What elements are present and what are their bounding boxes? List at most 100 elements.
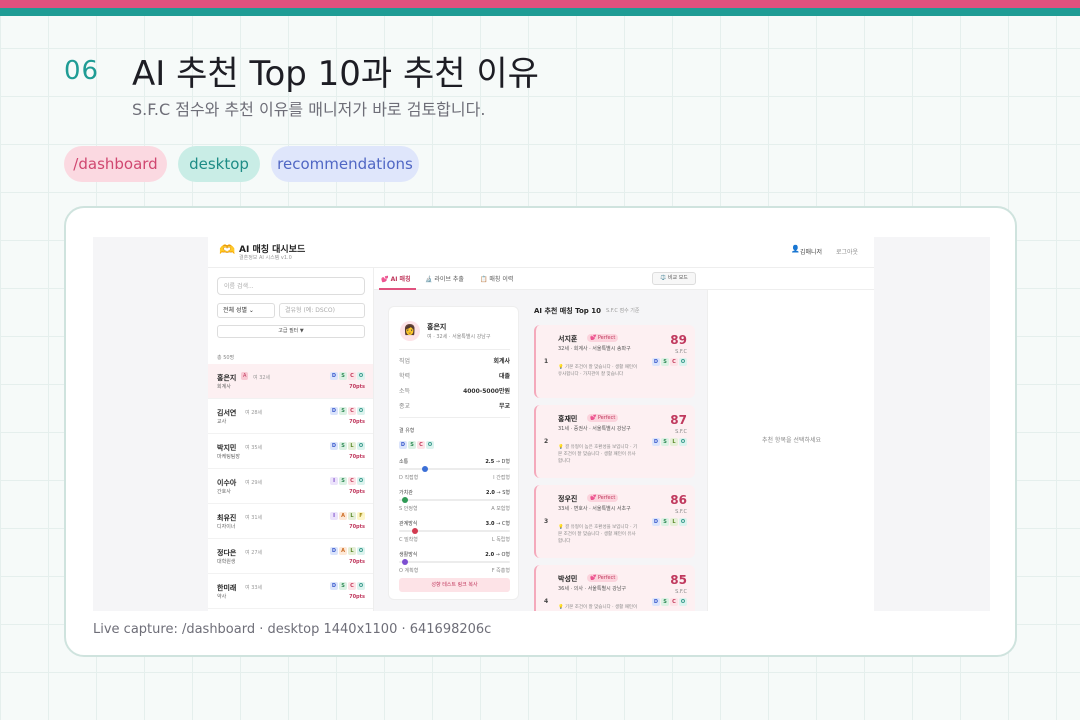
detail-label: 직업 <box>399 358 411 365</box>
axis-left-label: O 계획형 <box>399 568 419 574</box>
axis-result: C형 <box>501 521 510 527</box>
type-badge: S <box>339 372 347 380</box>
member-points: 70pts <box>349 419 365 425</box>
rank-number: 1 <box>544 358 549 365</box>
candidate-type-badges: DSLO <box>652 438 687 446</box>
divider <box>399 417 510 418</box>
user-name[interactable]: 김매니저 <box>800 247 822 256</box>
compare-mode-button[interactable]: ⚖️ 비교 모드 <box>652 272 696 285</box>
profile-card: 👩 홍은지 여 · 32세 · 서울특별시 강남구 직업 회계사 학력 대졸 소득 400… <box>388 306 519 600</box>
member-flag-badge: A <box>241 372 249 380</box>
total-count: 총 50명 <box>217 355 235 361</box>
name-search-input[interactable] <box>217 277 365 295</box>
type-badge: O <box>426 441 434 449</box>
member-job: 약사 <box>217 594 227 600</box>
type-badge: L <box>348 547 356 555</box>
member-list-item[interactable]: 박지민 여 35세 마케팅팀장 D S L O 70pts <box>208 434 373 469</box>
type-badge: D <box>330 442 338 450</box>
recommendations-title: AI 추천 매칭 Top 10 <box>534 307 601 315</box>
recommendation-card[interactable]: 3 정우진 💕 Perfect 33세 · 변호사 · 서울특별시 서초구 💡 결 유형… <box>534 485 695 558</box>
advanced-filter-button[interactable]: 고급 필터 ▼ <box>217 325 365 338</box>
recommendation-card[interactable]: 1 서지훈 💕 Perfect 32세 · 회계사 · 서울특별시 송파구 💡 기본 조… <box>534 325 695 398</box>
type-badge: F <box>357 512 365 520</box>
axis-track <box>399 499 510 501</box>
type-badge: O <box>679 358 687 366</box>
member-meta: 여 28세 <box>245 410 263 416</box>
profile-name: 홍은지 <box>427 323 447 331</box>
candidate-meta: 32세 · 회계사 · 서울특별시 송파구 <box>558 346 631 352</box>
type-badge: D <box>330 582 338 590</box>
type-badges: DSCO <box>399 441 434 449</box>
member-job: 대학원생 <box>217 559 236 565</box>
member-points: 70pts <box>349 454 365 460</box>
type-badge: S <box>661 518 669 526</box>
detail-label: 종교 <box>399 403 411 410</box>
type-axis: 소통 2.5 → D형 D 직접형 I 간접형 <box>399 458 510 486</box>
tab-label: AI 매칭 <box>390 276 411 283</box>
candidate-name: 박성민 <box>558 575 578 583</box>
axis-name: 관계방식 <box>399 521 418 527</box>
recommendation-card[interactable]: 4 박성민 💕 Perfect 36세 · 의사 · 서울특별시 강남구 💡 기본 조건… <box>534 565 695 611</box>
axis-score-value: 2.5 <box>485 459 495 465</box>
sfc-score: 89 <box>670 333 687 347</box>
type-badge: D <box>652 518 660 526</box>
candidate-meta: 33세 · 변호사 · 서울특별시 서초구 <box>558 506 631 512</box>
member-list-item[interactable]: 한미래 여 33세 약사 D S C O 70pts <box>208 574 373 609</box>
type-badge: S <box>339 582 347 590</box>
screenshot-viewport: 🫶 AI 매칭 대시보드 결혼정보 AI 시스템 v1.0 👤 김매니저 로그아… <box>93 237 990 611</box>
member-type-badges: DALO <box>330 547 365 555</box>
member-type-badges: DSCO <box>330 407 365 415</box>
gender-select[interactable]: 전체 성별 ⌄ <box>217 303 275 318</box>
profile-detail-row: 직업 회계사 <box>399 356 510 368</box>
axis-right-label: I 간접형 <box>493 475 510 481</box>
axis-result: O형 <box>501 552 510 558</box>
candidate-type-badges: DSLO <box>652 518 687 526</box>
candidate-meta: 36세 · 의사 · 서울특별시 강남구 <box>558 586 627 592</box>
axis-name: 생활방식 <box>399 552 418 558</box>
sfc-label: S.F.C <box>675 589 687 595</box>
type-badge: S <box>661 438 669 446</box>
type-badge: O <box>357 547 365 555</box>
member-type-badges: DSCO <box>330 372 365 380</box>
member-name: 박지민 <box>217 444 237 452</box>
app-logo-icon: 🫶 <box>219 243 236 258</box>
type-badge: L <box>348 442 356 450</box>
member-list-item[interactable]: 이수아 여 29세 간호사 I S C O 70pts <box>208 469 373 504</box>
tab-ai-matching[interactable]: 💕 AI 매칭 <box>381 274 411 283</box>
type-badge: C <box>670 358 678 366</box>
type-filter-input[interactable] <box>279 303 365 318</box>
logout-link[interactable]: 로그아웃 <box>836 247 858 256</box>
type-badge: I <box>330 477 338 485</box>
sfc-label: S.F.C <box>675 509 687 515</box>
tab-match-history[interactable]: 📋 매칭 이력 <box>480 274 513 283</box>
type-badge: C <box>348 372 356 380</box>
match-level-tag: 💕 Perfect <box>587 334 619 342</box>
type-badge: I <box>330 512 338 520</box>
axis-left-label: C 밀착형 <box>399 537 418 543</box>
recommendation-card[interactable]: 2 홍재민 💕 Perfect 31세 · 증권사 · 서울특별시 강남구 💡 결 유형… <box>534 405 695 478</box>
axis-score-value: 3.0 <box>485 521 495 527</box>
member-list-item[interactable]: 홍은지 A 여 32세 회계사 D S C O 70pts <box>208 364 373 399</box>
member-name: 정다은 <box>217 549 237 557</box>
top-accent-bar-teal <box>0 8 1080 16</box>
axis-marker <box>402 497 408 503</box>
member-type-badges: IALF <box>330 512 365 520</box>
member-list-item[interactable]: 김서연 여 28세 교사 D S C O 70pts <box>208 399 373 434</box>
member-list-item[interactable]: 정다은 여 27세 대학원생 D A L O 70pts <box>208 539 373 574</box>
type-axis: 생활방식 2.0 → O형 O 계획형 F 즉흥형 <box>399 551 510 579</box>
copy-test-link-button[interactable]: 성향 테스트 링크 복사 <box>399 578 510 592</box>
candidate-meta: 31세 · 증권사 · 서울특별시 강남구 <box>558 426 631 432</box>
type-badge: O <box>679 518 687 526</box>
type-badge: O <box>357 582 365 590</box>
capture-caption: Live capture: /dashboard · desktop 1440x… <box>93 622 492 637</box>
profile-detail-row: 소득 4000-5000만원 <box>399 386 510 398</box>
recommendation-reason: 💡 기본 조건이 잘 맞습니다 · 생활 패턴이 유사합니다 · 가치관이 잘 … <box>558 365 638 377</box>
feature-tag: recommendations <box>271 146 419 182</box>
app-version: 결혼정보 AI 시스템 v1.0 <box>239 255 292 261</box>
type-badge: D <box>330 372 338 380</box>
type-badge: C <box>348 407 356 415</box>
tab-live-extract[interactable]: 🔬 라이브 추출 <box>425 274 464 283</box>
member-list-item[interactable]: 최유진 여 31세 디자이너 I A L F 70pts <box>208 504 373 539</box>
member-name: 이수아 <box>217 479 237 487</box>
axis-left-label: D 직접형 <box>399 475 419 481</box>
